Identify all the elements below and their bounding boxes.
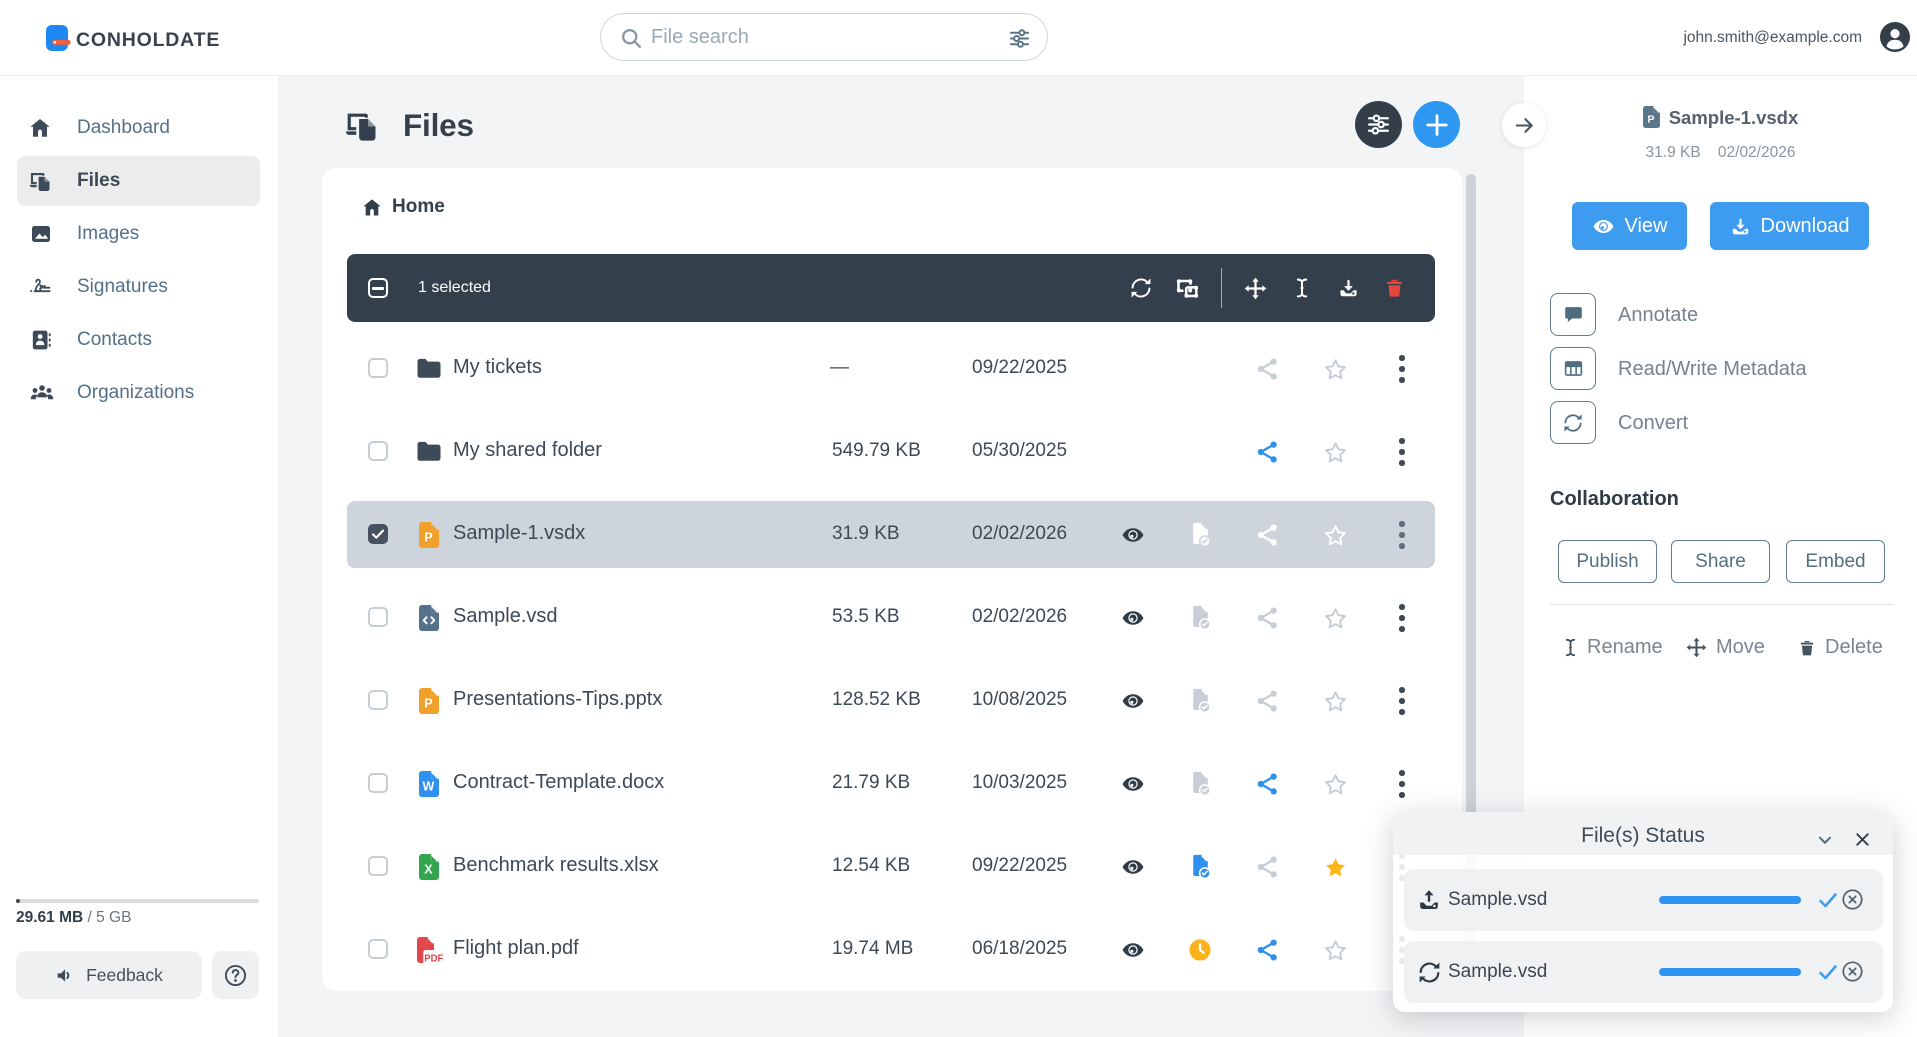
svg-text:P: P — [424, 531, 432, 545]
svg-text:P: P — [1647, 114, 1654, 126]
svg-text:P: P — [424, 697, 432, 711]
svg-text:PDF: PDF — [424, 954, 443, 963]
svg-text:W: W — [422, 780, 434, 794]
svg-text:X: X — [424, 863, 433, 877]
